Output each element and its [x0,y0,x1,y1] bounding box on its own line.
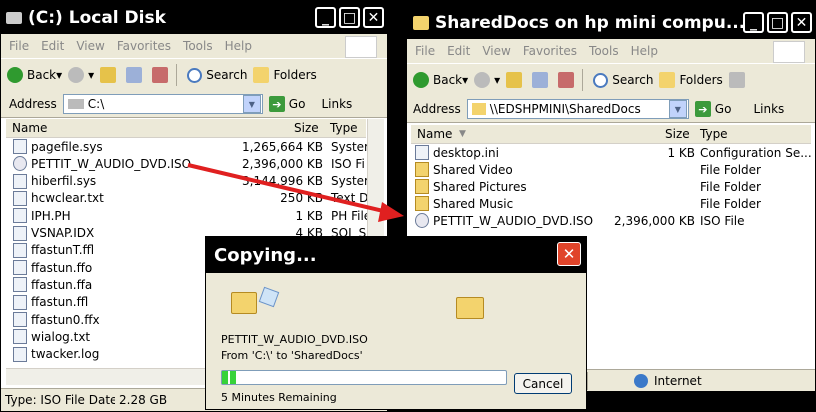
time-remaining: 5 Minutes Remaining [221,391,337,404]
dialog-from-to: From 'C:\' to 'SharedDocs' [221,349,363,362]
dialog-title: Copying... [214,244,317,266]
flying-paper-icon [258,286,280,308]
destination-folder-icon [456,297,484,319]
cancel-button[interactable]: Cancel [514,373,572,394]
progress-fill [222,371,237,384]
dialog-close-button[interactable]: ✕ [557,242,581,266]
dialog-filename: PETTIT_W_AUDIO_DVD.ISO [221,333,368,346]
flying-document-icon [231,292,257,314]
arrow-line [187,163,393,215]
dialog-title-bar[interactable]: Copying... [206,237,586,273]
arrow-head [378,202,404,222]
copy-progress-bar [221,370,507,385]
copying-dialog: Copying... ✕ PETTIT_W_AUDIO_DVD.ISO From… [205,236,587,410]
